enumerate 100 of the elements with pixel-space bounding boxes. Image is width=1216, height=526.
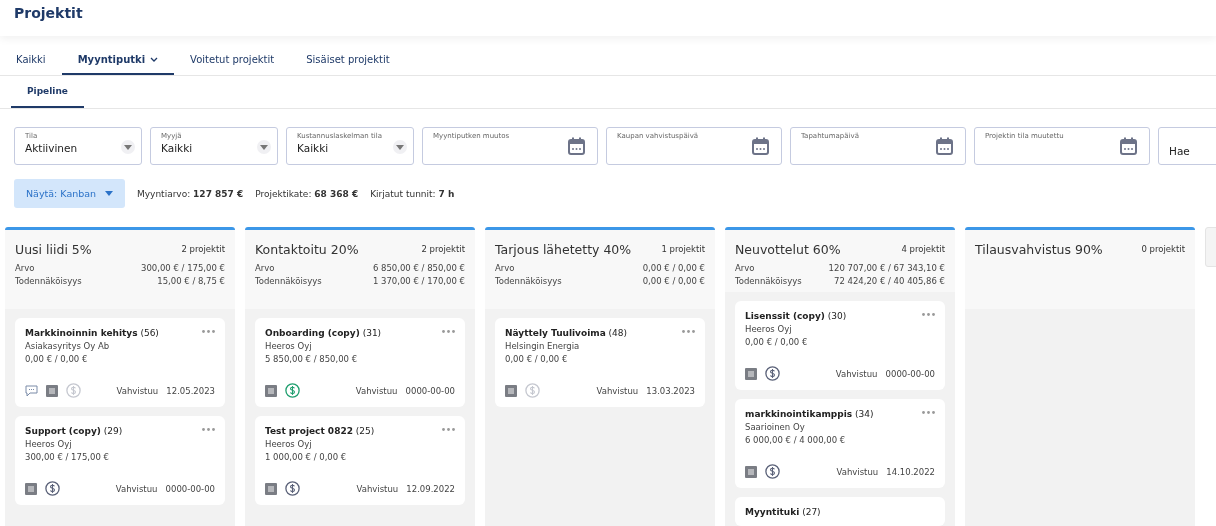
project-amount: 5 850,00 € / 850,00 €	[265, 354, 359, 364]
stat-label: Todennäköisyys	[15, 276, 82, 286]
customer-name: Heeros Oyj	[745, 324, 793, 334]
customer-name: Asiakasyritys Oy Ab	[25, 341, 111, 351]
stat-value: 0,00 € / 0,00 €	[642, 263, 705, 273]
project-count: 2 projektit	[421, 244, 465, 254]
stat-value: 120 707,00 € / 67 343,10 €	[828, 263, 945, 273]
stat-label: Arvo	[495, 263, 515, 273]
tab[interactable]: Voitetut projektit	[174, 45, 291, 75]
tab[interactable]: Sisäiset projektit	[290, 45, 406, 75]
stat-value: 6 850,00 € / 850,00 €	[372, 263, 465, 273]
more-icon[interactable]	[922, 411, 935, 414]
column-title: Tilausvahvistus 90%	[975, 242, 1103, 257]
project-count: 2 projektit	[181, 244, 225, 254]
project-name: Onboarding (copy) (31)	[265, 328, 382, 338]
project-amount: 0,00 € / 0,00 €	[505, 354, 569, 364]
project-name: Test project 0822 (25)	[265, 426, 375, 436]
dollar-icon[interactable]	[45, 481, 60, 496]
caret-icon	[105, 191, 113, 196]
column-title: Uusi liidi 5%	[15, 242, 92, 257]
column-title: Neuvottelut 60%	[735, 242, 841, 257]
stat-value: 1 370,00 € / 170,00 €	[372, 276, 465, 286]
project-count: 0 projektit	[1141, 244, 1185, 254]
project-amount: 0,00 € / 0,00 €	[745, 337, 809, 347]
more-icon[interactable]	[922, 313, 935, 316]
note-icon[interactable]	[745, 367, 757, 380]
project-name: markkinointikamppis (34)	[745, 409, 874, 419]
stat-label: Todennäköisyys	[255, 276, 322, 286]
due-date: Vahvistuu 0000-00-00	[835, 368, 935, 379]
project-amount: 300,00 € / 175,00 €	[25, 452, 110, 462]
stat-label: Todennäköisyys	[735, 276, 802, 286]
stat-label: Todennäköisyys	[495, 276, 562, 286]
dollar-icon[interactable]	[765, 464, 780, 479]
more-icon[interactable]	[442, 428, 455, 431]
due-date: Vahvistuu 13.03.2023	[596, 385, 695, 396]
comment-icon[interactable]	[25, 384, 38, 397]
more-icon[interactable]	[682, 330, 695, 333]
project-card[interactable]: Markkinoinnin kehitys (56) Asiakasyritys Oy Ab 0,00 € / 0,00 € Vahvistuu 12.05.2023	[15, 318, 225, 407]
note-icon[interactable]	[46, 384, 58, 397]
project-name: Näyttely Tuulivoima (48)	[505, 328, 628, 338]
caret-icon	[124, 144, 132, 150]
tab[interactable]: Kaikki	[0, 45, 62, 75]
calendar-icon[interactable]	[568, 137, 585, 155]
stat-label: Arvo	[735, 263, 755, 273]
project-name: Markkinoinnin kehitys (56)	[25, 328, 159, 338]
summary-text: Myyntiarvo: 127 857 €	[137, 188, 244, 199]
project-card[interactable]: Test project 0822 (25) Heeros Oyj 1 000,00 € / 0,00 € Vahvistuu 12.09.2022	[255, 416, 465, 505]
summary-text: Kirjatut tunnit: 7 h	[370, 188, 455, 199]
note-icon[interactable]	[25, 482, 37, 495]
more-icon[interactable]	[202, 428, 215, 431]
column-title: Tarjous lähetetty 40%	[495, 242, 632, 257]
due-date: Vahvistuu 12.09.2022	[356, 483, 455, 494]
stat-value: 72 424,20 € / 40 405,86 €	[834, 276, 945, 286]
project-name: Lisenssit (copy) (30)	[745, 311, 847, 321]
column-title: Kontaktoitu 20%	[255, 242, 359, 257]
calendar-icon[interactable]	[1120, 137, 1137, 155]
caret-icon	[260, 144, 268, 150]
note-icon[interactable]	[745, 465, 757, 478]
note-icon[interactable]	[265, 482, 277, 495]
due-date: Vahvistuu 14.10.2022	[836, 466, 935, 477]
calendar-icon[interactable]	[936, 137, 953, 155]
project-card[interactable]: Näyttely Tuulivoima (48) Helsingin Energia 0,00 € / 0,00 € Vahvistuu 13.03.2023	[495, 318, 705, 407]
project-card[interactable]: Support (copy) (29) Heeros Oyj 300,00 € / 175,00 € Vahvistuu 0000-00-00	[15, 416, 225, 505]
note-icon[interactable]	[265, 384, 277, 397]
project-count: 1 projektit	[661, 244, 705, 254]
project-card[interactable]: markkinointikamppis (34) Saarioinen Oy 6 000,00 € / 4 000,00 € Vahvistuu 14.10.2022	[735, 399, 945, 488]
due-date: Vahvistuu 0000-00-00	[115, 483, 215, 494]
customer-name: Heeros Oyj	[25, 439, 73, 449]
project-amount: 6 000,00 € / 4 000,00 €	[745, 435, 847, 445]
project-card[interactable]: Myyntituki (27)	[735, 497, 945, 526]
stat-value: 15,00 € / 8,75 €	[157, 276, 225, 286]
project-card[interactable]: Lisenssit (copy) (30) Heeros Oyj 0,00 € / 0,00 € Vahvistuu 0000-00-00	[735, 301, 945, 390]
note-icon[interactable]	[505, 384, 517, 397]
page-title: Projektit	[14, 5, 84, 21]
stat-value: 300,00 € / 175,00 €	[141, 263, 225, 273]
customer-name: Heeros Oyj	[265, 439, 313, 449]
dollar-icon[interactable]	[285, 481, 300, 496]
search-field[interactable]: Hae	[1158, 127, 1216, 165]
project-name: Support (copy) (29)	[25, 426, 123, 436]
calendar-icon[interactable]	[752, 137, 769, 155]
caret-icon	[396, 144, 404, 150]
due-date: Vahvistuu 0000-00-00	[355, 385, 455, 396]
project-amount: 1 000,00 € / 0,00 €	[265, 452, 348, 462]
customer-name: Saarioinen Oy	[745, 422, 806, 432]
tab[interactable]: Myyntiputki	[61, 45, 175, 75]
dollar-icon[interactable]	[285, 383, 300, 398]
view-button[interactable]: Näytä: Kanban	[14, 179, 125, 208]
more-icon[interactable]	[202, 330, 215, 333]
stat-value: 0,00 € / 0,00 €	[642, 276, 705, 286]
more-icon[interactable]	[442, 330, 455, 333]
dollar-icon[interactable]	[765, 366, 780, 381]
customer-name: Heeros Oyj	[265, 341, 313, 351]
stat-label: Arvo	[255, 263, 275, 273]
project-card[interactable]: Onboarding (copy) (31) Heeros Oyj 5 850,00 € / 850,00 € Vahvistuu 0000-00-00	[255, 318, 465, 407]
due-date: Vahvistuu 12.05.2023	[116, 385, 215, 396]
tab[interactable]: Pipeline	[11, 76, 84, 108]
customer-name: Helsingin Energia	[505, 341, 581, 351]
project-count: 4 projektit	[901, 244, 945, 254]
summary-text: Projektikate: 68 368 €	[255, 188, 359, 199]
stat-label: Arvo	[15, 263, 35, 273]
